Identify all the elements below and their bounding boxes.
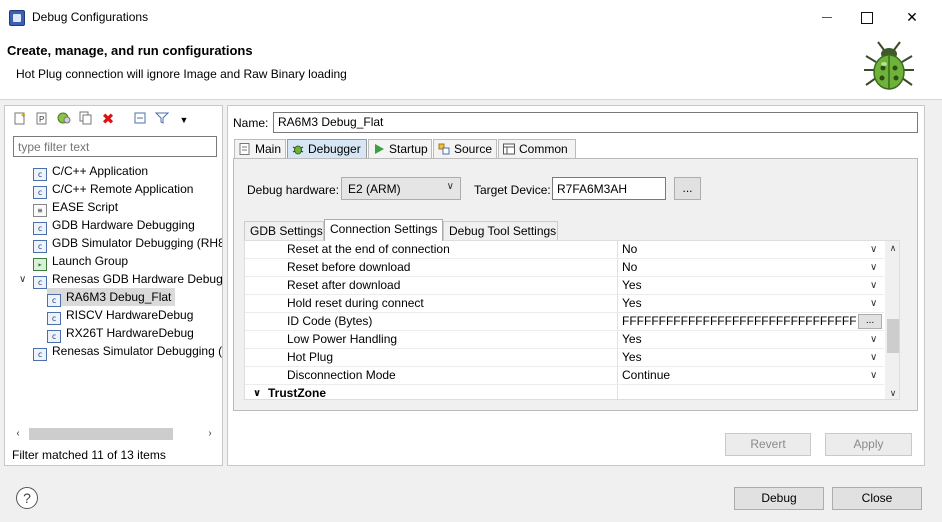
table-row[interactable]: Disconnection Mode Continue ∨ <box>245 367 884 385</box>
expand-chevron-icon[interactable]: ∨ <box>253 385 261 399</box>
common-tab-icon <box>503 143 515 155</box>
table-row[interactable]: Low Power Handling Yes ∨ <box>245 331 884 349</box>
svg-text:✦: ✦ <box>20 111 27 120</box>
tree-item-gdb-simulator-debugging[interactable]: c GDB Simulator Debugging (RH8 <box>33 234 222 253</box>
target-device-field[interactable]: R7FA6M3AH <box>552 177 666 200</box>
revert-button[interactable]: Revert <box>725 433 811 456</box>
tree-item-ease-script[interactable]: ≡ EASE Script <box>33 198 118 217</box>
target-device-browse-button[interactable]: ... <box>674 177 701 200</box>
connection-settings-table: Reset at the end of connection No ∨ Rese… <box>244 240 900 400</box>
scroll-up-icon[interactable]: ∧ <box>885 241 899 255</box>
scroll-down-icon[interactable]: ∨ <box>885 386 899 399</box>
table-row[interactable]: Hold reset during connect Yes ∨ <box>245 295 884 313</box>
chevron-down-icon[interactable]: ∨ <box>870 331 877 348</box>
collapse-all-icon[interactable] <box>131 111 149 129</box>
filter-status: Filter matched 11 of 13 items <box>12 448 166 462</box>
close-window-button[interactable]: ✕ <box>889 0 935 34</box>
chevron-down-icon[interactable]: ∨ <box>870 277 877 294</box>
main-tab-icon <box>239 143 250 155</box>
svg-text:P: P <box>39 115 44 124</box>
name-label: Name: <box>233 116 269 130</box>
tab-startup[interactable]: Startup <box>368 139 432 159</box>
tree-item-renesas-gdb-hardware-debugging[interactable]: c Renesas GDB Hardware Debugg <box>33 270 222 289</box>
c-launch-icon: c <box>33 348 47 361</box>
tab-main[interactable]: Main <box>234 139 286 159</box>
filter-input[interactable] <box>13 136 217 157</box>
scroll-left-icon[interactable]: ‹ <box>11 426 25 442</box>
chevron-down-icon[interactable]: ∨ <box>870 241 877 258</box>
header-message: Hot Plug connection will ignore Image an… <box>16 67 347 81</box>
window-title: Debug Configurations <box>32 10 149 24</box>
configuration-tree: c C/C++ Application c C/C++ Remote Applica… <box>5 162 222 426</box>
debug-hardware-select[interactable]: E2 (ARM) ∨ <box>341 177 461 200</box>
chevron-down-icon[interactable]: ∨ <box>870 367 877 384</box>
debug-hardware-label: Debug hardware: <box>247 183 340 197</box>
tab-debugger[interactable]: Debugger <box>287 139 367 159</box>
scroll-thumb[interactable] <box>29 428 173 440</box>
target-device-label: Target Device: <box>474 183 551 197</box>
horizontal-scrollbar[interactable]: ‹ › <box>11 426 217 442</box>
debugger-tab-icon <box>292 145 304 155</box>
debugger-tab-pane: Debug hardware: E2 (ARM) ∨ Target Device… <box>233 158 918 411</box>
scroll-right-icon[interactable]: › <box>203 426 217 442</box>
new-configuration-icon[interactable]: ✦ <box>11 111 29 129</box>
dialog-header: Create, manage, and run configurations H… <box>0 34 942 100</box>
new-prototype-icon[interactable]: P <box>33 111 51 129</box>
name-field[interactable]: RA6M3 Debug_Flat <box>273 112 918 133</box>
subtab-gdb-settings[interactable]: GDB Settings <box>244 221 324 241</box>
chevron-down-icon[interactable]: ∨ <box>870 295 877 312</box>
tree-item-renesas-simulator-debugging[interactable]: c Renesas Simulator Debugging ( <box>33 342 222 361</box>
close-button[interactable]: Close <box>832 487 922 510</box>
table-row[interactable]: Reset at the end of connection No ∨ <box>245 241 884 259</box>
table-row[interactable]: ID Code (Bytes) FFFFFFFFFFFFFFFFFFFFFFFF… <box>245 313 884 331</box>
tree-item-launch-group[interactable]: ▸ Launch Group <box>33 252 128 271</box>
expand-chevron-icon[interactable]: ∨ <box>19 274 26 285</box>
tab-source[interactable]: Source <box>433 139 497 159</box>
scroll-thumb[interactable] <box>887 319 899 353</box>
id-code-browse-button[interactable]: ... <box>858 314 882 329</box>
duplicate-icon[interactable] <box>77 111 95 129</box>
table-row[interactable]: Hot Plug Yes ∨ <box>245 349 884 367</box>
filter-dropdown-icon[interactable]: ▼ <box>175 111 193 129</box>
tab-common[interactable]: Common <box>498 139 576 159</box>
vertical-scrollbar[interactable]: ∧ ∨ <box>885 241 899 399</box>
tree-item-gdb-hardware-debugging[interactable]: c GDB Hardware Debugging <box>33 216 195 235</box>
maximize-button[interactable] <box>843 0 889 34</box>
tree-item-cc-application[interactable]: c C/C++ Application <box>33 162 148 181</box>
apply-button[interactable]: Apply <box>825 433 912 456</box>
header-title: Create, manage, and run configurations <box>7 43 253 58</box>
chevron-down-icon[interactable]: ∨ <box>870 259 877 276</box>
table-row[interactable]: Reset before download No ∨ <box>245 259 884 277</box>
startup-tab-icon <box>375 144 384 154</box>
tree-item-cc-remote-application[interactable]: c C/C++ Remote Application <box>33 180 193 199</box>
configuration-list-panel: ✦ P ✖ ▼ cC/C++ Application cC/C++ Remote… <box>4 105 223 466</box>
title-bar: Debug Configurations ✕ <box>0 0 942 34</box>
trustzone-section-row[interactable]: ∨ TrustZone <box>245 385 884 400</box>
c-launch-icon: c <box>33 276 47 289</box>
debug-bug-icon <box>864 41 914 90</box>
subtab-debug-tool-settings[interactable]: Debug Tool Settings <box>443 221 558 241</box>
delete-icon[interactable]: ✖ <box>99 111 117 129</box>
trustzone-section-label: TrustZone <box>268 386 327 400</box>
tree-item-ra6m3-debug-flat[interactable]: c RA6M3 Debug_Flat <box>47 288 176 307</box>
source-tab-icon <box>438 143 450 155</box>
subtab-connection-settings[interactable]: Connection Settings <box>324 219 443 241</box>
chevron-down-icon: ∨ <box>446 181 454 192</box>
help-icon[interactable]: ? <box>16 487 38 509</box>
tree-item-riscv-hardwaredebug[interactable]: c RISCV HardwareDebug <box>47 306 193 325</box>
tree-item-rx26t-hardwaredebug[interactable]: c RX26T HardwareDebug <box>47 324 194 343</box>
chevron-down-icon[interactable]: ∨ <box>870 349 877 366</box>
app-icon <box>9 10 25 26</box>
table-row[interactable]: Reset after download Yes ∨ <box>245 277 884 295</box>
configuration-editor-panel: Name: RA6M3 Debug_Flat Main Debugger Sta… <box>227 105 925 466</box>
link-prototype-icon[interactable] <box>55 111 73 129</box>
debug-button[interactable]: Debug <box>734 487 824 510</box>
filter-icon[interactable] <box>153 111 171 129</box>
